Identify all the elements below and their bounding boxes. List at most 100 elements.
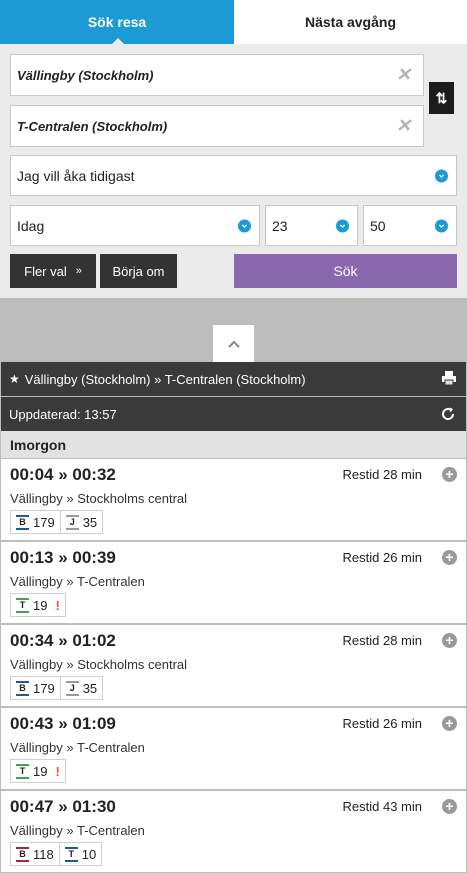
more-options-button[interactable]: Fler val » [10, 254, 96, 288]
line-number: 179 [33, 514, 55, 530]
route-header: ★ Vällingby (Stockholm) » T-Centralen (S… [1, 362, 466, 396]
line-number: 19 [33, 597, 48, 613]
trip-duration: Restid 26 min [342, 550, 422, 565]
when-select[interactable]: Jag vill åka tidigast [10, 155, 457, 196]
trip-times: 00:47 » 01:30 [10, 797, 116, 816]
plus-icon[interactable]: + [442, 467, 457, 482]
swap-icon: ⇅ [435, 89, 448, 106]
collapse-button[interactable] [213, 325, 254, 363]
trip-via: Vällingby » T-Centralen [10, 823, 145, 838]
print-icon[interactable] [442, 370, 456, 386]
refresh-icon[interactable] [440, 406, 456, 422]
line-number: 35 [82, 680, 98, 696]
more-options-label: Fler val [24, 263, 67, 279]
trip-legs: T 19! [10, 593, 66, 617]
when-value: Jag vill åka tidigast [17, 167, 135, 184]
transport-mode-icon: J [65, 514, 79, 530]
line-number: 179 [33, 680, 55, 696]
minute-value: 50 [370, 217, 386, 234]
minute-select[interactable]: 50 [363, 205, 457, 246]
hour-select[interactable]: 23 [265, 205, 358, 246]
tab-search-label: Sök resa [87, 14, 147, 30]
warning-icon[interactable]: ! [55, 764, 59, 779]
trip-legs: B 179 J 35 [10, 510, 104, 534]
leg-badge: T 19! [10, 593, 66, 617]
search-button[interactable]: Sök [234, 254, 457, 288]
tab-next-label: Nästa avgång [304, 14, 397, 30]
trip-row[interactable]: 00:13 » 00:39 Restid 26 min + Vällingby » T… [1, 542, 466, 623]
transport-mode-icon: J [65, 680, 79, 696]
transport-mode-icon: T [16, 597, 29, 613]
trip-row[interactable]: 00:47 » 01:30 Restid 43 min + Vällingby » T… [1, 791, 466, 872]
trip-times: 00:34 » 01:02 [10, 631, 116, 650]
trip-row[interactable]: 00:04 » 00:32 Restid 28 min + Vällingby » S… [1, 459, 466, 540]
updated-text: Uppdaterad: 13:57 [9, 406, 117, 422]
trip-via: Vällingby » Stockholms central [10, 657, 188, 672]
trip-via: Vällingby » Stockholms central [10, 491, 188, 506]
chevron-down-icon [238, 219, 251, 232]
reset-button[interactable]: Börja om [100, 254, 177, 288]
chevron-down-icon [336, 219, 349, 232]
plus-icon[interactable]: + [442, 716, 457, 731]
leg-badge: J 35 [59, 510, 104, 534]
trip-duration: Restid 28 min [342, 467, 422, 482]
trip-duration: Restid 43 min [342, 799, 422, 814]
from-field[interactable]: Vällingby (Stockholm) ✕ [10, 54, 424, 96]
day-heading-text: Imorgon [10, 436, 66, 453]
transport-mode-icon: B [16, 514, 29, 530]
trip-times: 00:43 » 01:09 [10, 714, 116, 733]
search-panel: Sök resa Nästa avgång Vällingby (Stockho… [0, 0, 467, 298]
line-number: 19 [33, 763, 48, 779]
chevron-up-icon [227, 340, 240, 348]
plus-icon[interactable]: + [442, 550, 457, 565]
line-number: 118 [33, 846, 54, 862]
trip-legs: T 19! [10, 759, 66, 783]
trip-duration: Restid 26 min [342, 716, 422, 731]
warning-icon[interactable]: ! [55, 598, 59, 613]
transport-mode-icon: T [16, 763, 29, 779]
close-icon[interactable]: ✕ [396, 65, 411, 86]
leg-badge: B 179 [10, 676, 61, 700]
leg-badge: T 19! [10, 759, 66, 783]
trip-via: Vällingby » T-Centralen [10, 740, 145, 755]
hour-value: 23 [272, 217, 288, 234]
to-value: T-Centralen (Stockholm) [17, 118, 168, 134]
leg-badge: J 35 [59, 676, 104, 700]
reset-label: Börja om [112, 263, 165, 279]
day-value: Idag [17, 217, 45, 234]
trip-duration: Restid 28 min [342, 633, 422, 648]
trip-row[interactable]: 00:34 » 01:02 Restid 28 min + Vällingby » S… [1, 625, 466, 706]
day-heading: Imorgon [1, 431, 466, 458]
transport-mode-icon: B [16, 846, 29, 862]
line-number: 10 [81, 846, 97, 862]
trip-legs: B 179 J 35 [10, 676, 104, 700]
to-field[interactable]: T-Centralen (Stockholm) ✕ [10, 105, 424, 147]
star-icon[interactable]: ★ [9, 372, 20, 386]
trip-times: 00:13 » 00:39 [10, 548, 116, 567]
route-title: Vällingby (Stockholm) » T-Centralen (Sto… [24, 371, 306, 387]
transport-mode-icon: T [64, 846, 78, 862]
leg-badge: B 118 [10, 842, 60, 866]
line-number: 35 [82, 514, 98, 530]
trip-times: 00:04 » 00:32 [10, 465, 116, 484]
trip-row[interactable]: 00:43 » 01:09 Restid 26 min + Vällingby » T… [1, 708, 466, 789]
leg-badge: B 179 [10, 510, 61, 534]
plus-icon[interactable]: + [442, 799, 457, 814]
plus-icon[interactable]: + [442, 633, 457, 648]
tab-next-departure[interactable]: Nästa avgång [234, 0, 467, 44]
tab-search[interactable]: Sök resa [0, 0, 234, 45]
updated-bar: Uppdaterad: 13:57 [1, 397, 466, 431]
day-select[interactable]: Idag [10, 205, 260, 246]
double-chevron-down-icon: » [75, 265, 82, 277]
from-value: Vällingby (Stockholm) [17, 67, 154, 83]
close-icon[interactable]: ✕ [396, 116, 411, 137]
search-form: Vällingby (Stockholm) ✕ T-Centralen (Sto… [0, 44, 467, 298]
trip-legs: B 118 T 10 [10, 842, 103, 866]
search-label: Sök [333, 263, 358, 279]
swap-button[interactable]: ⇅ [429, 82, 454, 114]
transport-mode-icon: B [16, 680, 29, 696]
trip-via: Vällingby » T-Centralen [10, 574, 145, 589]
leg-badge: T 10 [58, 842, 103, 866]
chevron-down-icon [435, 169, 448, 182]
tab-bar: Sök resa Nästa avgång [0, 0, 467, 45]
